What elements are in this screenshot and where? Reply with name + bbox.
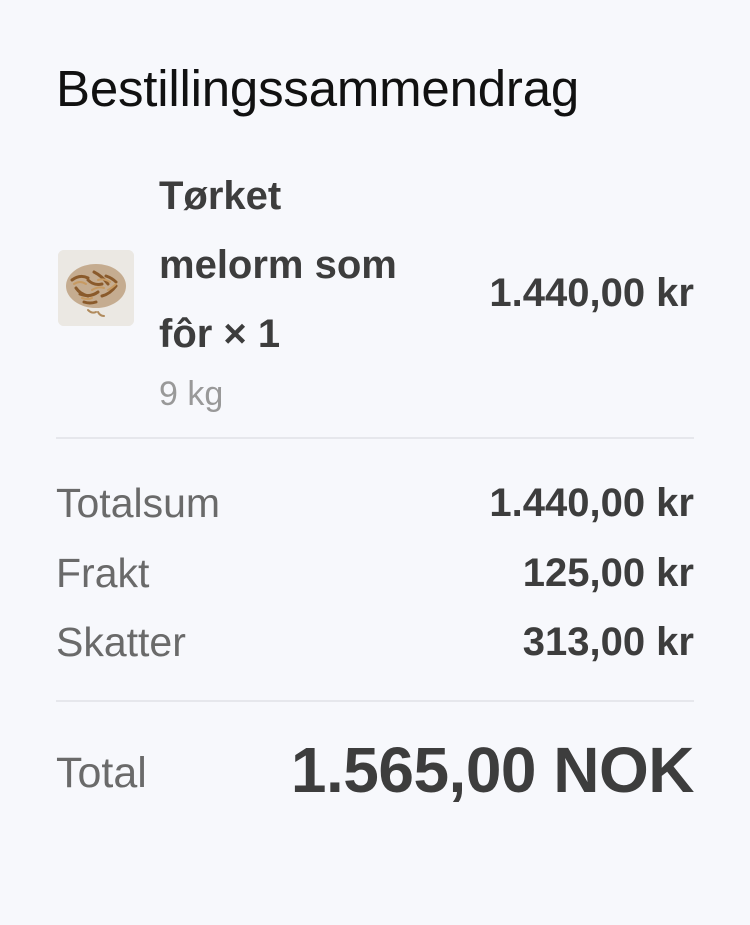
subtotal-value: 1.440,00 kr [489, 481, 694, 525]
order-summary-title: Bestillingssammendrag [56, 60, 580, 117]
taxes-value: 313,00 kr [522, 620, 694, 664]
product-thumbnail [58, 250, 134, 326]
grand-total-value: 1.565,00 NOK [290, 734, 695, 806]
grand-total-row: Total 1.565,00 NOK [56, 730, 695, 810]
taxes-label: Skatter [56, 619, 186, 665]
order-summary-panel: Bestillingssammendrag Tørket melorm som … [0, 0, 750, 925]
product-price: 1.440,00 kr [489, 271, 694, 315]
taxes-row: Skatter 313,00 kr [56, 611, 694, 673]
grand-total-label: Total [56, 749, 147, 797]
product-name: Tørket melorm som fôr × 1 [159, 174, 397, 356]
divider [56, 700, 694, 702]
shipping-label: Frakt [56, 550, 150, 596]
dried-mealworms-image [58, 250, 134, 326]
divider [56, 437, 694, 439]
shipping-value: 125,00 kr [522, 551, 694, 595]
subtotal-row: Totalsum 1.440,00 kr [56, 472, 694, 534]
shipping-row: Frakt 125,00 kr [56, 542, 694, 604]
product-variant: 9 kg [159, 375, 224, 413]
subtotal-label: Totalsum [56, 480, 221, 526]
line-item: Tørket melorm som fôr × 1 9 kg 1.440,00 … [56, 160, 696, 420]
